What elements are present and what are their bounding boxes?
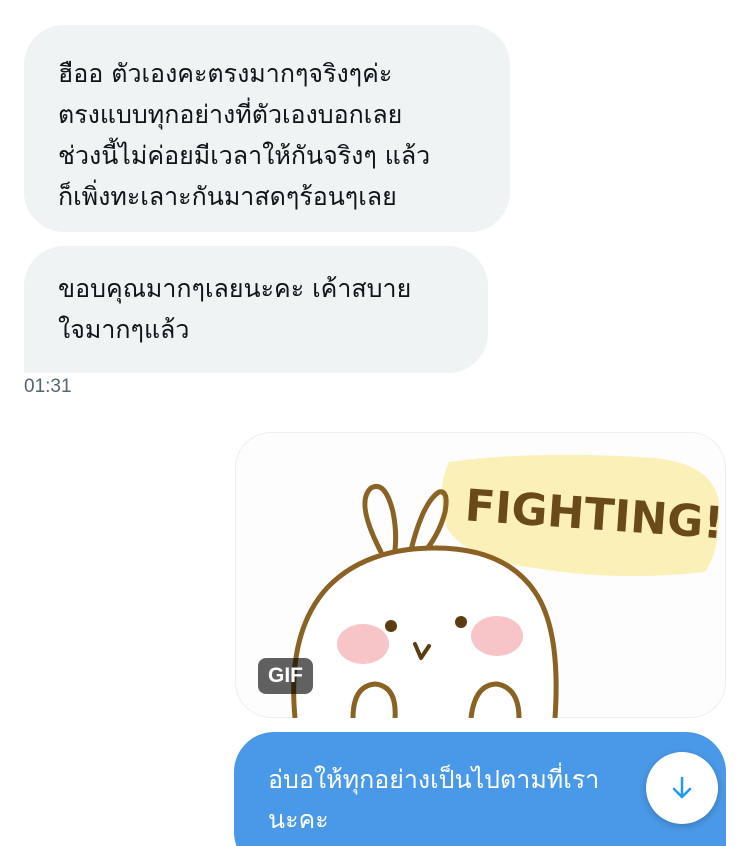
arrow-down-icon	[672, 776, 692, 799]
dm-conversation: ฮืออ ตัวเองคะตรงมากๆจริงๆค่ะ ตรงแบบทุกอย…	[0, 0, 750, 846]
incoming-message-bubble[interactable]: ขอบคุณมากๆเลยนะคะ เค้าสบาย ใจมากๆแล้ว	[24, 246, 488, 373]
incoming-message-bubble[interactable]: ฮืออ ตัวเองคะตรงมากๆจริงๆค่ะ ตรงแบบทุกอย…	[24, 25, 510, 232]
gif-badge: GIF	[258, 658, 313, 694]
message-timestamp: 01:31	[24, 376, 72, 397]
scroll-to-bottom-button[interactable]	[646, 752, 718, 824]
